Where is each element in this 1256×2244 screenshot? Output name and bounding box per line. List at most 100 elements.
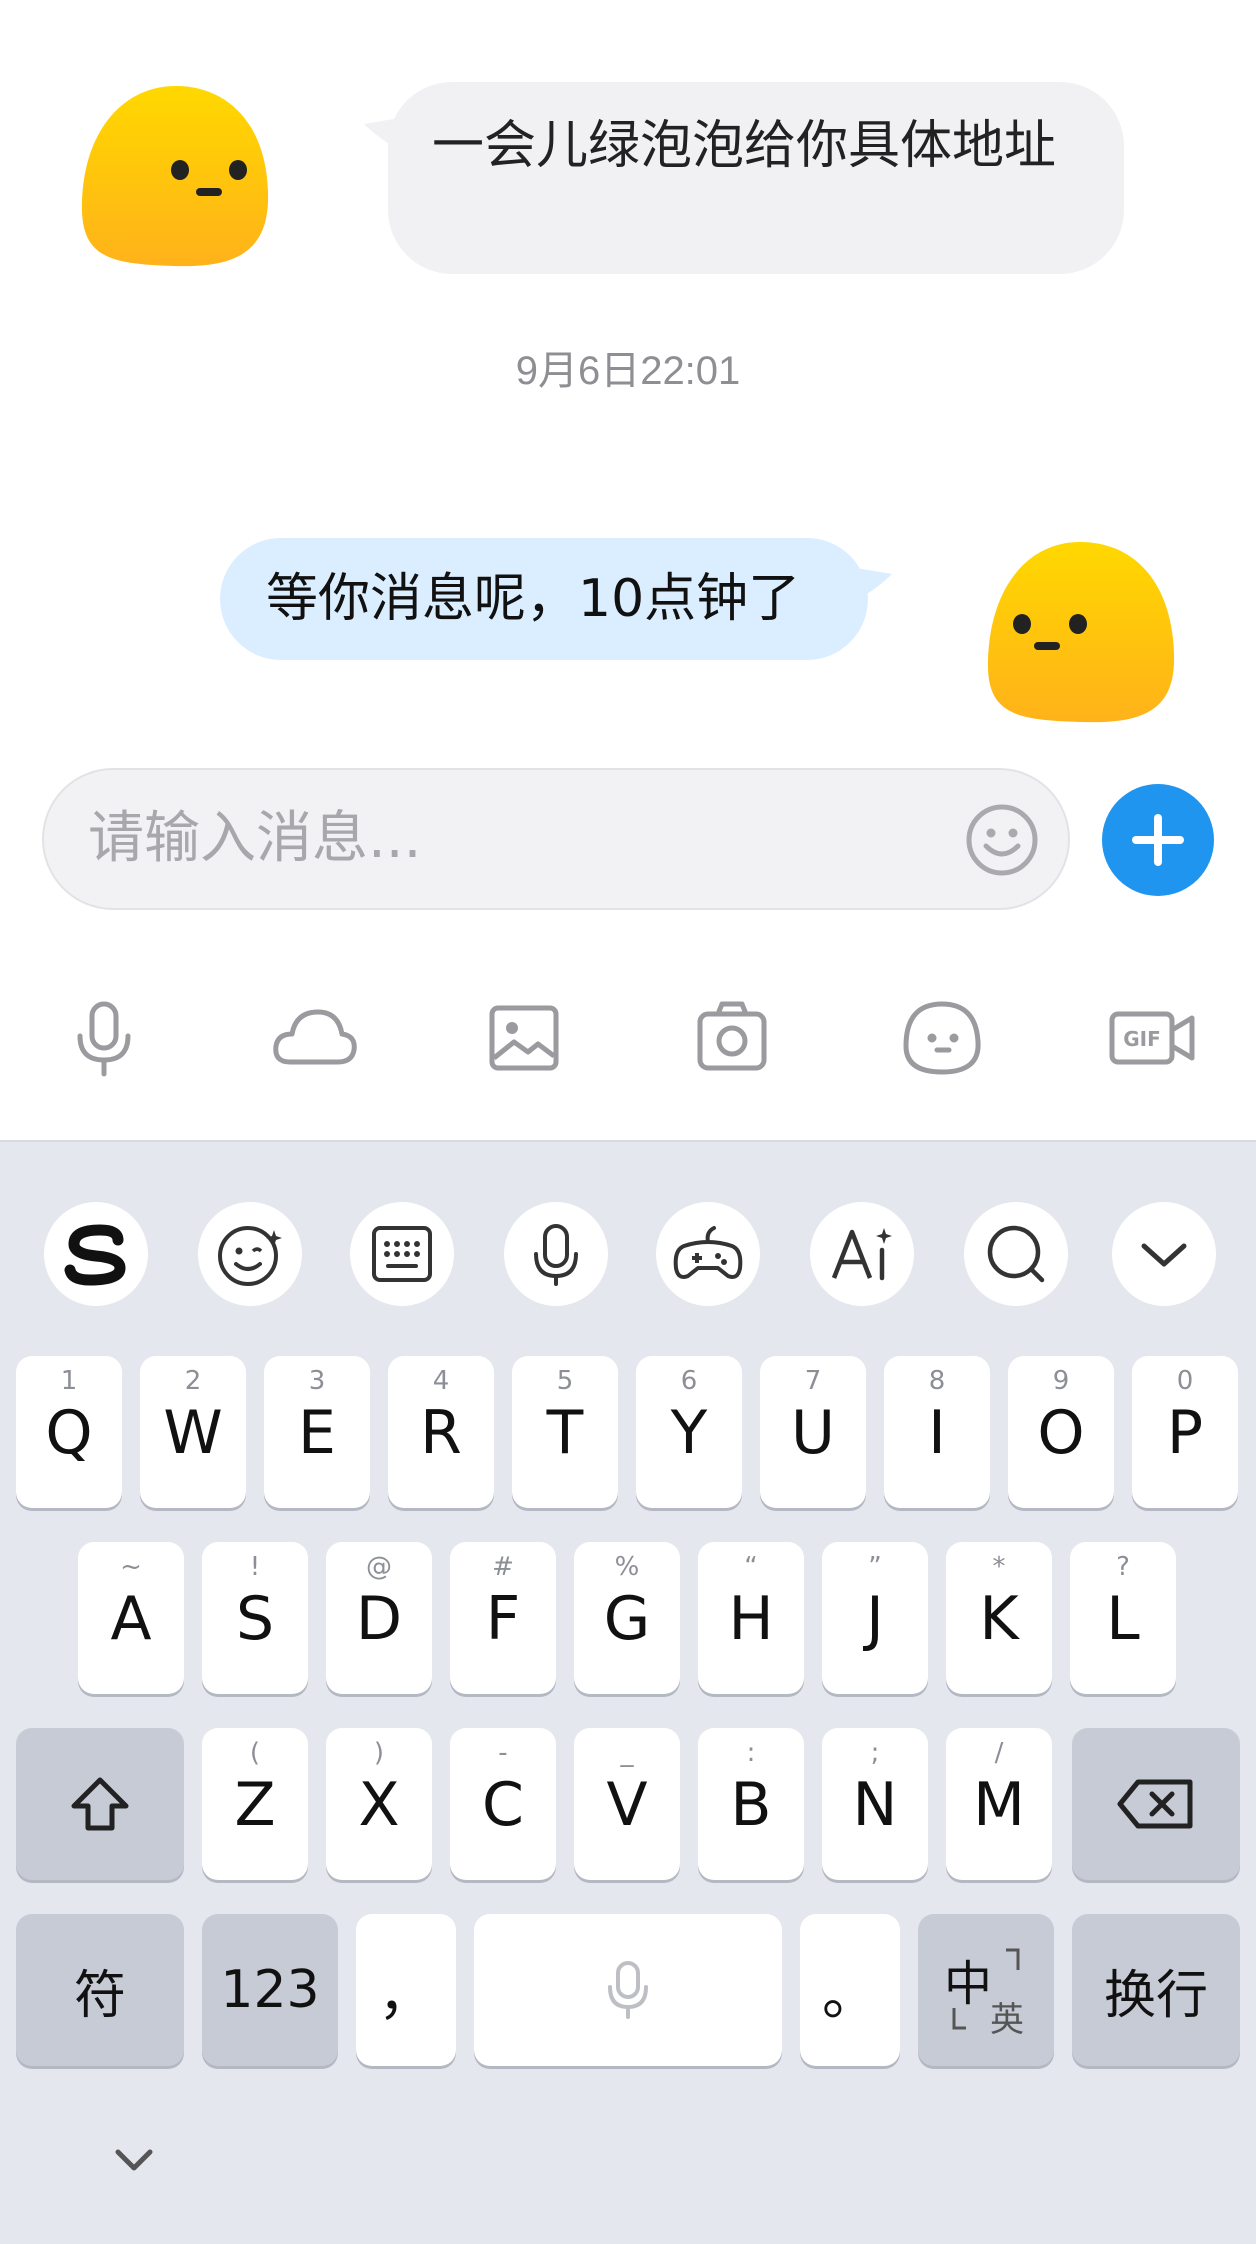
key-r[interactable]: 4R	[388, 1356, 494, 1508]
key-i[interactable]: 8I	[884, 1356, 990, 1508]
key-label: T	[546, 1398, 584, 1468]
shift-arrow-icon	[71, 1777, 129, 1831]
key-z[interactable]: (Z	[202, 1728, 308, 1880]
symbols-key-label: 符	[73, 1965, 126, 2026]
key-j[interactable]: ” J	[822, 1542, 928, 1694]
key-label: L	[1106, 1584, 1140, 1654]
smiley-icon[interactable]	[964, 802, 1040, 878]
key-v[interactable]: _ V	[574, 1728, 680, 1880]
emoji-button[interactable]	[198, 1202, 302, 1306]
comma-key[interactable]: ，	[356, 1914, 456, 2066]
key-label: C	[482, 1770, 524, 1840]
key-g[interactable]: % G	[574, 1542, 680, 1694]
key-hint: #	[492, 1552, 514, 1582]
key-b[interactable]: :B	[698, 1728, 804, 1880]
message-timestamp: 9月6日22:01	[515, 349, 741, 393]
key-u[interactable]: 7U	[760, 1356, 866, 1508]
key-c[interactable]: -C	[450, 1728, 556, 1880]
cloud-icon	[273, 1009, 357, 1065]
key-w[interactable]: 2W	[140, 1356, 246, 1508]
key-hint: _	[620, 1738, 634, 1768]
plus-icon	[1132, 814, 1184, 866]
shift-key[interactable]	[16, 1728, 184, 1880]
microphone-icon	[77, 1001, 131, 1077]
incoming-message-bubble[interactable]: 一会儿绿泡泡给你具体地址	[364, 82, 1124, 274]
key-hint: 3	[308, 1366, 326, 1396]
key-n[interactable]: ; N	[822, 1728, 928, 1880]
key-x[interactable]: ) X	[326, 1728, 432, 1880]
key-label: J	[866, 1584, 884, 1654]
plus-button[interactable]	[1102, 784, 1214, 896]
key-y[interactable]: 6Y	[636, 1356, 742, 1508]
period-key-label: 。	[822, 1962, 878, 2028]
period-key[interactable]: 。	[800, 1914, 900, 2066]
key-d[interactable]: @ D	[326, 1542, 432, 1694]
space-key[interactable]	[474, 1914, 782, 2066]
key-label: W	[163, 1398, 223, 1468]
key-p[interactable]: 0P	[1132, 1356, 1238, 1508]
svg-text:GIF: GIF	[1123, 1027, 1161, 1051]
key-hint: ~	[120, 1552, 142, 1582]
keyboard-collapse-button[interactable]	[1112, 1202, 1216, 1306]
enter-key-label: 换行	[1103, 1965, 1208, 2026]
backspace-icon	[1117, 1779, 1193, 1829]
key-label: G	[603, 1584, 651, 1654]
contact-avatar[interactable]	[76, 82, 272, 272]
key-label: S	[235, 1584, 275, 1654]
key-k[interactable]: * K	[946, 1542, 1052, 1694]
enter-key[interactable]: 换行	[1072, 1914, 1240, 2066]
key-t[interactable]: 5T	[512, 1356, 618, 1508]
symbols-key[interactable]: 符	[16, 1914, 184, 2066]
microphone-icon	[608, 1961, 648, 2019]
key-label: K	[979, 1584, 1019, 1654]
key-f[interactable]: # F	[450, 1542, 556, 1694]
outgoing-message-bubble[interactable]: 等你消息呢，10点钟了	[220, 538, 892, 660]
key-e[interactable]: 3E	[264, 1356, 370, 1508]
key-label: P	[1166, 1398, 1204, 1468]
ai-writing-button[interactable]	[810, 1202, 914, 1306]
chevron-down-icon[interactable]	[108, 2140, 160, 2180]
key-o[interactable]: 9O	[1008, 1356, 1114, 1508]
key-label: B	[730, 1770, 772, 1840]
outgoing-message-text: 等你消息呢，10点钟了	[266, 569, 801, 629]
message-input[interactable]: 请输入消息...	[42, 768, 1070, 910]
search-icon	[987, 1225, 1045, 1283]
image-icon	[489, 1005, 559, 1071]
key-hint: -	[498, 1738, 508, 1768]
key-s[interactable]: ! S	[202, 1542, 308, 1694]
key-m[interactable]: / M	[946, 1728, 1052, 1880]
self-avatar[interactable]	[982, 538, 1178, 728]
sticker-button[interactable]	[896, 996, 988, 1080]
key-q[interactable]: 1Q	[16, 1356, 122, 1508]
language-switch-key[interactable]: 中 英	[918, 1914, 1054, 2066]
search-button[interactable]	[964, 1202, 1068, 1306]
key-hint: (	[249, 1738, 261, 1768]
voice-input-button[interactable]	[504, 1202, 608, 1306]
image-button[interactable]	[478, 996, 570, 1080]
key-h[interactable]: “H	[698, 1542, 804, 1694]
keyboard-icon	[372, 1226, 432, 1282]
key-a[interactable]: ~ A	[78, 1542, 184, 1694]
gif-button[interactable]: GIF	[1106, 996, 1198, 1080]
camera-button[interactable]	[686, 996, 778, 1080]
game-button[interactable]	[656, 1202, 760, 1306]
key-l[interactable]: ? L	[1070, 1542, 1176, 1694]
numbers-key[interactable]: 123	[202, 1914, 338, 2066]
voice-button[interactable]	[58, 996, 150, 1080]
cloud-button[interactable]	[268, 996, 360, 1080]
gif-icon: GIF	[1109, 1011, 1195, 1065]
camera-icon	[697, 1001, 767, 1071]
backspace-key[interactable]	[1072, 1728, 1240, 1880]
key-hint: 4	[432, 1366, 450, 1396]
emoji-icon	[218, 1226, 282, 1286]
sogou-logo-button[interactable]	[44, 1202, 148, 1306]
key-hint: ?	[1116, 1552, 1130, 1582]
key-label: A	[110, 1584, 152, 1654]
key-label: U	[791, 1398, 835, 1468]
key-label: V	[606, 1770, 648, 1840]
key-label: I	[928, 1398, 946, 1468]
keyboard-button[interactable]	[350, 1202, 454, 1306]
key-label: O	[1037, 1398, 1085, 1468]
key-hint: )	[373, 1738, 385, 1768]
key-label: X	[358, 1770, 400, 1840]
